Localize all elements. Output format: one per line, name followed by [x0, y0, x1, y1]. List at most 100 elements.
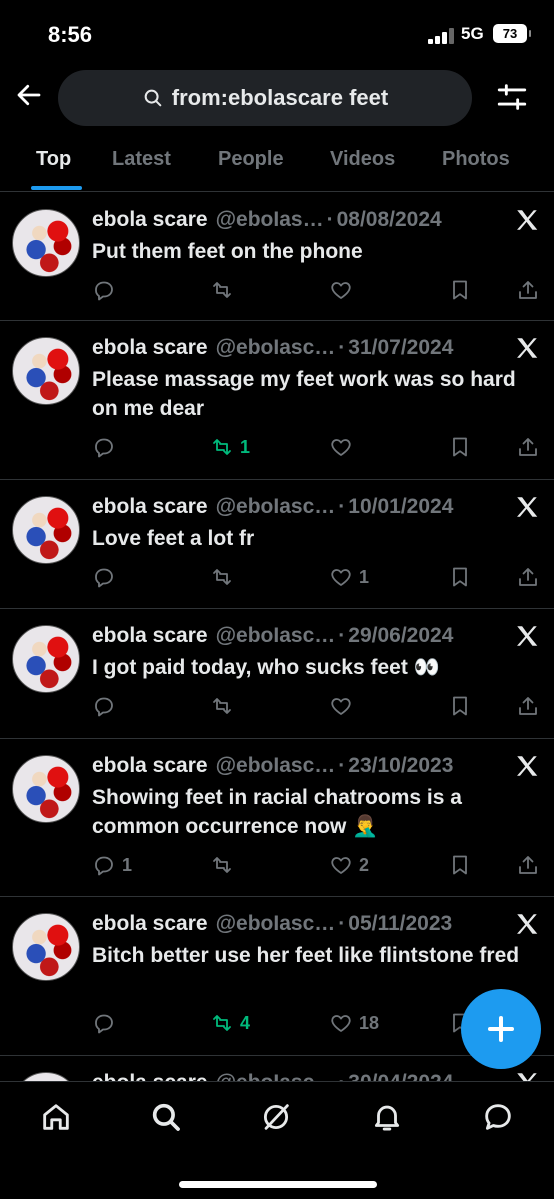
reply-button[interactable]: 1	[92, 850, 132, 880]
search-settings-icon[interactable]	[494, 80, 530, 114]
reply-button[interactable]	[92, 691, 122, 721]
bookmark-button[interactable]	[448, 562, 472, 592]
home-indicator	[179, 1181, 377, 1188]
tweet[interactable]: ebola scare @eboIasc… · 10/01/2024 Love …	[0, 480, 554, 609]
x-logo-icon	[517, 497, 538, 517]
repost-button[interactable]	[210, 691, 240, 721]
tab-videos[interactable]: Videos	[330, 148, 395, 171]
reply-button[interactable]	[92, 275, 122, 305]
like-button[interactable]: 1	[329, 562, 369, 592]
repost-icon	[213, 439, 231, 455]
heart-icon	[331, 857, 351, 874]
display-name[interactable]: ebola scare	[92, 336, 208, 360]
tab-photos[interactable]: Photos	[442, 148, 510, 171]
tweet[interactable]: ebola scare @eboIas… · 08/08/2024 Put th…	[0, 193, 554, 321]
tweet[interactable]: ebola scare @eboIasc… · 31/07/2024 Pleas…	[0, 321, 554, 480]
share-button[interactable]	[516, 275, 540, 305]
tweet-text: Bitch better use her feet like flintston…	[92, 944, 520, 967]
like-count: 18	[359, 1012, 380, 1033]
separator-dot: ·	[338, 754, 346, 777]
share-button[interactable]	[516, 562, 540, 592]
display-name[interactable]: ebola scare	[92, 624, 208, 648]
display-name[interactable]: ebola scare	[92, 912, 208, 936]
tweet-header: ebola scare @eboIasc… · 05/11/2023	[92, 909, 452, 939]
bookmark-button[interactable]	[448, 275, 472, 305]
tab-top[interactable]: Top	[36, 148, 71, 171]
tweet-actions	[92, 691, 542, 721]
bookmark-icon	[453, 696, 467, 716]
signal-icon	[428, 28, 454, 44]
user-handle: @eboIasc…	[215, 336, 336, 359]
avatar[interactable]	[12, 337, 80, 405]
avatar[interactable]	[12, 755, 80, 823]
reply-button[interactable]	[92, 1008, 122, 1038]
status-time: 8:56	[48, 22, 93, 47]
heart-icon	[331, 569, 351, 586]
tweet[interactable]: ebola scare @eboIasc… · 29/06/2024 I got…	[0, 609, 554, 739]
active-tab-indicator	[31, 186, 82, 190]
display-name[interactable]: ebola scare	[92, 495, 208, 519]
repost-button[interactable]	[210, 275, 240, 305]
tab-latest[interactable]: Latest	[112, 148, 171, 171]
tweet[interactable]: ebola scare @eboIasc… · 23/10/2023 Showi…	[0, 739, 554, 897]
share-icon	[519, 697, 537, 715]
like-button[interactable]	[329, 275, 359, 305]
reply-button[interactable]	[92, 432, 122, 462]
separator-dot: ·	[338, 1071, 345, 1081]
back-arrow-icon[interactable]	[14, 80, 44, 110]
reply-icon	[95, 1014, 113, 1034]
compose-post-button[interactable]	[461, 989, 541, 1069]
share-button[interactable]	[516, 850, 540, 880]
notifications-icon[interactable]	[370, 1100, 404, 1134]
heart-icon	[331, 439, 351, 456]
share-button[interactable]	[516, 691, 540, 721]
like-count: 2	[359, 854, 370, 875]
avatar[interactable]	[12, 913, 80, 981]
repost-button[interactable]	[210, 562, 240, 592]
x-logo-icon	[517, 626, 538, 646]
repost-button[interactable]	[210, 850, 240, 880]
reply-button[interactable]	[92, 562, 122, 592]
grok-icon[interactable]	[259, 1100, 293, 1134]
search-header: from:ebolascare feet	[0, 64, 554, 134]
reply-icon	[95, 438, 113, 458]
status-bar: 8:56 5G 73	[0, 0, 554, 64]
bookmark-button[interactable]	[448, 432, 472, 462]
display-name[interactable]: ebola scare	[92, 1071, 208, 1081]
bookmark-button[interactable]	[448, 691, 472, 721]
avatar[interactable]	[12, 209, 80, 277]
like-button[interactable]	[329, 691, 359, 721]
search-query: from:ebolascare feet	[171, 85, 389, 110]
x-logo-icon	[517, 756, 538, 776]
search-icon	[144, 89, 162, 107]
tweet-text: Showing feet in racial chatrooms is a co…	[92, 786, 462, 838]
tweet-header: ebola scare @eboIasc… · 23/10/2023	[92, 751, 453, 781]
tab-people[interactable]: People	[218, 148, 284, 171]
like-button[interactable]	[329, 432, 359, 462]
user-handle: @eboIasc…	[216, 1071, 336, 1081]
share-button[interactable]	[516, 432, 540, 462]
bookmark-button[interactable]	[448, 850, 472, 880]
tweet-date: 31/07/2024	[348, 336, 454, 359]
avatar[interactable]	[12, 496, 80, 564]
search-icon[interactable]	[149, 1100, 183, 1134]
avatar[interactable]	[12, 625, 80, 693]
x-logo-icon	[517, 210, 538, 230]
repost-button[interactable]: 4	[210, 1008, 250, 1038]
search-input[interactable]: from:ebolascare feet	[58, 70, 472, 126]
repost-button[interactable]: 1	[210, 432, 250, 462]
like-button[interactable]: 18	[329, 1008, 379, 1038]
display-name[interactable]: ebola scare	[92, 754, 208, 778]
reply-icon	[95, 281, 113, 301]
messages-icon[interactable]	[481, 1100, 515, 1134]
display-name[interactable]: ebola scare	[92, 208, 208, 232]
share-icon	[519, 856, 537, 874]
home-icon[interactable]	[39, 1100, 73, 1134]
user-handle: @eboIasc…	[215, 754, 336, 777]
tweet-header: ebola scare @eboIasc… · 10/01/2024	[92, 492, 453, 522]
heart-icon	[331, 1015, 351, 1032]
avatar[interactable]	[12, 1072, 80, 1081]
reply-count: 1	[122, 854, 133, 875]
like-button[interactable]: 2	[329, 850, 369, 880]
tweet[interactable]: ebola scare @eboIasc… · 30/04/2024	[0, 1056, 554, 1081]
